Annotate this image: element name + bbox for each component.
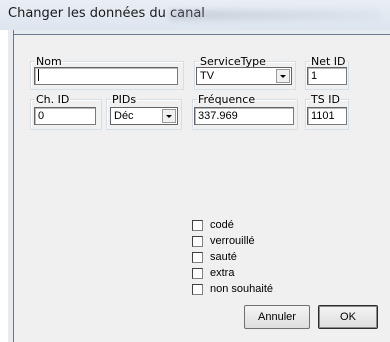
net-id-input[interactable]: 1 <box>307 67 347 85</box>
ts-id-label: TS ID <box>311 93 340 106</box>
checkbox[interactable] <box>192 283 203 295</box>
chevron-down-icon[interactable] <box>162 109 176 123</box>
option-saute-label: sauté <box>210 251 237 263</box>
option-non-souhaite-label: non souhaité <box>210 283 273 295</box>
ok-button[interactable]: OK <box>318 305 378 329</box>
service-type-select[interactable]: TV <box>196 67 292 85</box>
pids-select[interactable]: Déc <box>110 107 178 125</box>
pids-value: Déc <box>114 110 134 122</box>
ch-id-label: Ch. ID <box>36 93 70 106</box>
option-verrouille[interactable]: verrouillé <box>192 234 255 248</box>
nom-label: Nom <box>36 55 62 68</box>
option-code[interactable]: codé <box>192 218 234 232</box>
ts-id-input[interactable]: 1101 <box>307 107 347 125</box>
window-frame-top <box>14 30 390 35</box>
option-non-souhaite[interactable]: non souhaité <box>192 282 273 296</box>
option-extra-label: extra <box>210 267 235 279</box>
checkbox[interactable] <box>192 219 203 231</box>
option-code-label: codé <box>210 219 234 231</box>
checkbox[interactable] <box>192 235 203 247</box>
option-verrouille-label: verrouillé <box>210 235 255 247</box>
frequence-label: Fréquence <box>198 93 256 106</box>
net-id-label: Net ID <box>311 55 346 68</box>
option-saute[interactable]: sauté <box>192 250 237 264</box>
text-cursor <box>38 69 39 82</box>
title-bar: Changer les données du canal <box>0 0 390 30</box>
ch-id-input[interactable]: 0 <box>34 107 96 125</box>
window-frame-edge <box>13 30 14 342</box>
checkbox[interactable] <box>192 267 203 279</box>
chevron-down-icon[interactable] <box>276 69 290 83</box>
pids-label: PIDs <box>112 93 137 106</box>
nom-input[interactable] <box>34 67 178 85</box>
checkbox[interactable] <box>192 251 203 263</box>
cancel-button[interactable]: Annuler <box>244 305 310 329</box>
service-type-label: ServiceType <box>200 55 266 68</box>
option-extra[interactable]: extra <box>192 266 234 280</box>
title-bar-blurred-region <box>170 10 380 20</box>
service-type-value: TV <box>200 70 215 82</box>
frequence-input[interactable]: 337.969 <box>194 107 294 125</box>
